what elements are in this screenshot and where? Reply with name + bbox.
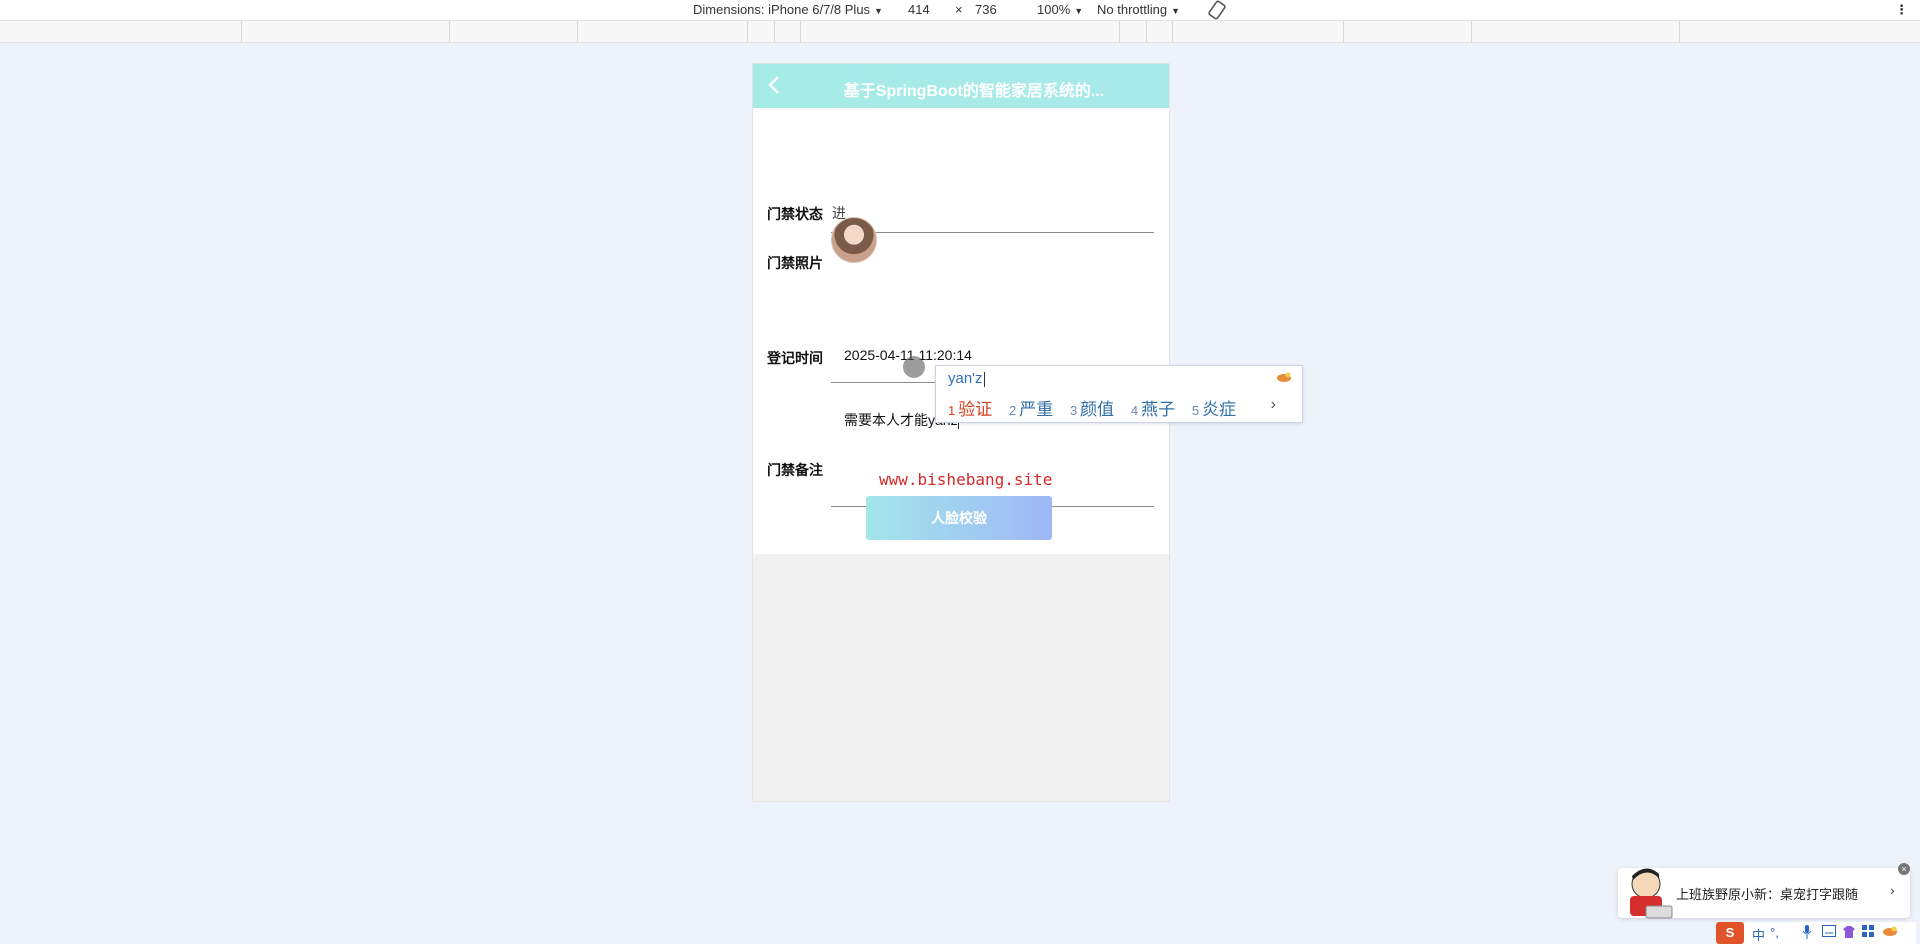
mobile-viewport: 基于SpringBoot的智能家居系统的... 门禁状态 进 门禁照片 登记时间… [752,63,1170,802]
ime-mode-toggle[interactable]: 中 [1752,925,1765,944]
page-header: 基于SpringBoot的智能家居系统的... [753,64,1169,108]
sogou-logo-icon[interactable]: S [1716,922,1744,944]
rotate-icon[interactable] [1206,0,1228,23]
viewport-width-input[interactable]: 414 [908,2,930,17]
device-dimensions-label: Dimensions: iPhone 6/7/8 Plus [693,2,871,17]
ime-candidate-popup: yan'z 1 验证 2 严重 3 颜值 4 燕子 5 炎症 › [935,365,1303,423]
media-query-ruler [0,21,1920,43]
throttling-dropdown[interactable]: No throttling ▼ [1097,2,1180,17]
zoom-label: 100% [1037,2,1071,17]
chevron-down-icon: ▼ [1171,6,1181,16]
notification-text: 上班族野原小新：桌宠打字跟随 [1676,887,1859,902]
ime-next-page-icon[interactable]: › [1271,396,1276,414]
ime-candidate-list: 1 验证 2 严重 3 颜值 4 燕子 5 炎症 [948,395,1248,420]
ime-status-toolbar: S 中 °, [1716,922,1916,944]
ime-candidate[interactable]: 5 炎症 [1192,395,1236,420]
mascot-icon [1620,866,1676,920]
device-dimensions-dropdown[interactable]: Dimensions: iPhone 6/7/8 Plus ▼ [693,2,883,17]
back-arrow-icon[interactable] [765,74,785,96]
page-title: 基于SpringBoot的智能家居系统的... [843,83,1105,100]
ime-composition: yan'z [948,370,985,387]
face-verify-button[interactable]: 人脸校验 [866,496,1052,540]
toolbox-icon[interactable] [1862,925,1874,940]
photo-label: 门禁照片 [767,255,823,271]
watermark-text: www.bishebang.site [879,470,1053,489]
access-photo[interactable] [831,217,877,263]
ime-candidate[interactable]: 4 燕子 [1131,395,1175,420]
mouse-cursor-indicator [903,356,925,378]
ime-skin-icon [1276,370,1292,382]
devtools-device-toolbar: Dimensions: iPhone 6/7/8 Plus ▼ 414 × 736… [0,0,1920,21]
notification-close-icon[interactable]: × [1898,863,1910,875]
zoom-dropdown[interactable]: 100% ▼ [1037,2,1083,17]
chevron-down-icon: ▼ [874,6,883,16]
status-underline [831,232,1154,233]
notification-arrow-icon[interactable]: › [1890,882,1895,898]
times-separator: × [955,2,963,17]
keyboard-icon[interactable] [1822,925,1836,940]
throttling-label: No throttling [1097,2,1168,17]
viewport-height-input[interactable]: 736 [975,2,997,17]
skin-icon[interactable] [1842,925,1856,942]
ime-candidate[interactable]: 1 验证 [948,395,992,420]
punctuation-toggle[interactable]: °, [1770,925,1779,940]
microphone-icon[interactable] [1802,925,1812,942]
more-options-icon[interactable]: ⋮ [1895,2,1908,18]
ime-composition-text: yan'z [948,370,983,387]
remark-label: 门禁备注 [767,462,823,478]
status-label: 门禁状态 [767,206,823,222]
pet-icon[interactable] [1882,925,1898,940]
ime-candidate[interactable]: 3 颜值 [1070,395,1114,420]
time-label: 登记时间 [767,350,823,366]
ime-caret [983,371,985,387]
ime-candidate[interactable]: 2 严重 [1009,395,1053,420]
chevron-down-icon: ▼ [1074,6,1084,16]
